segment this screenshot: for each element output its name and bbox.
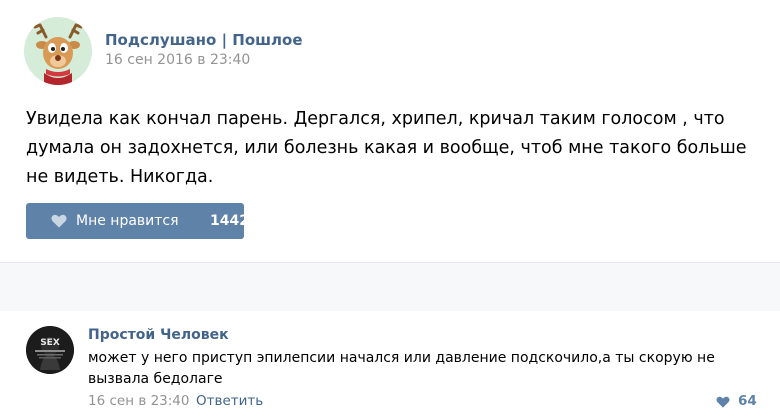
avatar-text: SEX: [40, 338, 60, 348]
comment-timestamp[interactable]: 16 сен в 23:40: [88, 393, 189, 409]
like-button-label: Мне нравится: [76, 213, 179, 229]
comment-author-link[interactable]: Простой Человек: [88, 327, 229, 343]
post-avatar[interactable]: [24, 17, 92, 85]
heart-icon: [716, 396, 730, 408]
post-timestamp[interactable]: 16 сен 2016 в 23:40: [105, 52, 250, 68]
post-author-link[interactable]: Подслушано | Пошлое: [105, 31, 303, 49]
reindeer-cartoon-icon: [24, 17, 92, 85]
like-count: 1442: [210, 213, 249, 229]
comment-avatar[interactable]: SEX: [26, 326, 74, 374]
section-divider: [0, 262, 780, 312]
post-card: Подслушано | Пошлое 16 сен 2016 в 23:40 …: [0, 0, 780, 262]
comment-item: SEX Простой Человек может у него приступ…: [0, 311, 780, 420]
reply-button[interactable]: Ответить: [196, 393, 263, 409]
like-button[interactable]: Мне нравится 1442: [26, 203, 249, 239]
heart-icon: [51, 214, 67, 228]
comment-like-count: 64: [738, 393, 757, 409]
comment-like-button[interactable]: 64: [716, 393, 776, 413]
comment-text: может у него приступ эпилепсии начался и…: [88, 350, 715, 387]
post-text: Увидела как кончал парень. Дергался, хри…: [26, 109, 747, 187]
profile-silhouette-icon: SEX: [26, 326, 74, 374]
